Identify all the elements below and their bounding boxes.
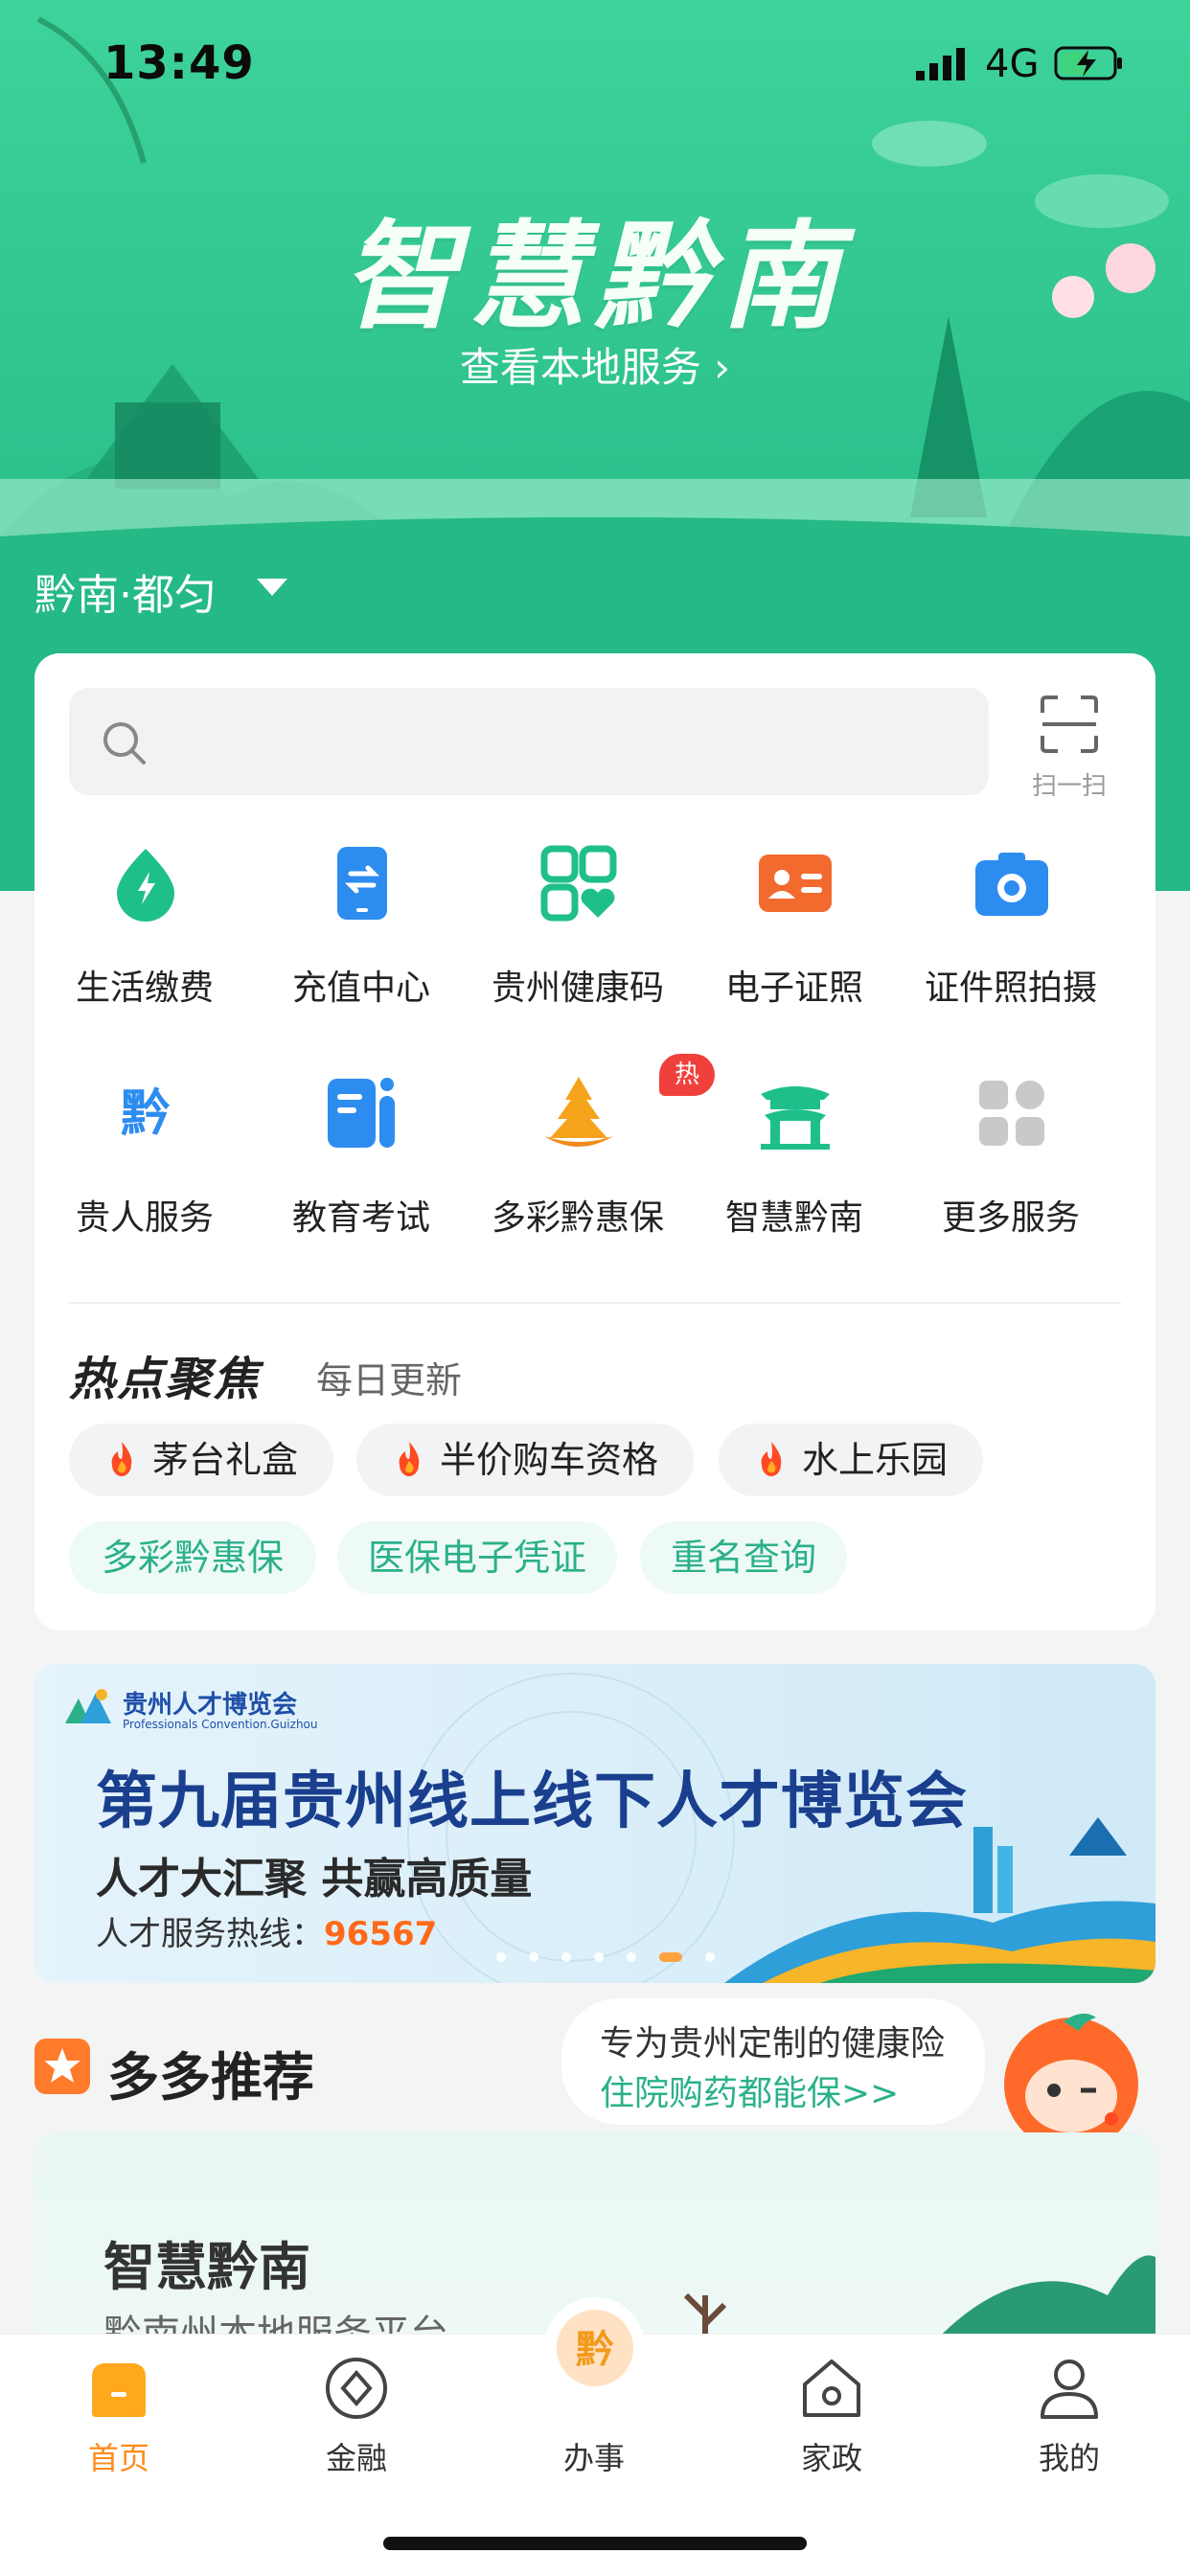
hot-focus-subtitle: 每日更新 bbox=[316, 1359, 463, 1402]
chevron-down-icon[interactable] bbox=[257, 579, 287, 596]
search-icon bbox=[103, 722, 146, 764]
bubble-line1: 专为贵州定制的健康险 bbox=[600, 2024, 946, 2063]
carousel-dot[interactable] bbox=[529, 1952, 538, 1962]
phone-recharge-icon bbox=[337, 847, 387, 920]
tag-name-duplicate-query[interactable]: 重名查询 bbox=[640, 1521, 847, 1594]
tab-home[interactable]: 首页 bbox=[0, 2335, 238, 2488]
banner-logo-subtext: Professionals Convention.Guizhou bbox=[123, 1718, 318, 1731]
service-recharge-center[interactable]: 充值中心 bbox=[251, 845, 471, 1037]
signal-icon bbox=[916, 48, 965, 80]
carousel-dot[interactable] bbox=[705, 1952, 715, 1962]
home-indicator bbox=[383, 2537, 807, 2550]
qiannan-gate-icon bbox=[761, 1086, 830, 1150]
drop-bolt-icon bbox=[117, 849, 174, 922]
diamond-coin-icon bbox=[326, 2358, 387, 2419]
service-zhihui-qiannan[interactable]: 智慧黔南 bbox=[684, 1075, 904, 1266]
tab-mine[interactable]: 我的 bbox=[950, 2335, 1190, 2488]
services-card: 扫一扫 生活缴费 充值中心 贵州健康码 电子证照 证件照拍摄 黔 贵人服务 教育… bbox=[34, 653, 1156, 1630]
bubble-line2-link[interactable]: 住院购药都能保>> bbox=[600, 2065, 899, 2115]
service-more[interactable]: 更多服务 bbox=[901, 1075, 1121, 1266]
guiren-logo-icon: 黔 bbox=[121, 1085, 171, 1143]
hot-tag-maotai[interactable]: 茅台礼盒 bbox=[69, 1424, 333, 1496]
battery-charging-icon bbox=[1054, 46, 1122, 80]
svg-text:黔: 黔 bbox=[121, 1085, 171, 1143]
tag-duocai-huibao[interactable]: 多彩黔惠保 bbox=[69, 1521, 316, 1594]
service-life-payment[interactable]: 生活缴费 bbox=[34, 845, 255, 1037]
affairs-logo-icon: 黔 bbox=[557, 2310, 633, 2386]
flame-icon bbox=[111, 1442, 132, 1476]
recommend-title: 多多推荐 bbox=[107, 2047, 314, 2108]
user-icon bbox=[1041, 2359, 1098, 2419]
status-time: 13:49 bbox=[103, 36, 255, 90]
service-guiren[interactable]: 黔 贵人服务 bbox=[34, 1075, 255, 1266]
svg-text:黔: 黔 bbox=[576, 2328, 614, 2372]
banner-subtitle: 人才大汇聚 共赢高质量 bbox=[96, 1855, 533, 1904]
carousel-dot[interactable] bbox=[561, 1952, 571, 1962]
scan-label: 扫一扫 bbox=[1031, 772, 1107, 801]
hot-focus-title: 热点聚焦 bbox=[69, 1353, 262, 1406]
hot-tag-half-price-car[interactable]: 半价购车资格 bbox=[356, 1424, 694, 1496]
service-education-exam[interactable]: 教育考试 bbox=[251, 1075, 471, 1266]
tag-medical-insurance-voucher[interactable]: 医保电子凭证 bbox=[337, 1521, 617, 1594]
tab-housekeeping[interactable]: 家政 bbox=[713, 2335, 950, 2488]
tab-affairs-raised[interactable]: 黔 bbox=[544, 2297, 646, 2399]
banner-title: 第九届贵州线上线下人才博览会 bbox=[96, 1767, 968, 1837]
carousel-dot[interactable] bbox=[496, 1952, 506, 1962]
view-local-services-link[interactable]: 查看本地服务 › bbox=[0, 335, 1190, 394]
house-icon bbox=[803, 2359, 860, 2417]
insurance-promo-bubble[interactable]: 专为贵州定制的健康险 住院购药都能保>> bbox=[561, 1998, 985, 2125]
service-id-photo[interactable]: 证件照拍摄 bbox=[901, 845, 1121, 1037]
carousel-dot-active[interactable] bbox=[659, 1952, 682, 1962]
tab-finance[interactable]: 金融 bbox=[238, 2335, 475, 2488]
hot-tag-water-park[interactable]: 水上乐园 bbox=[719, 1424, 983, 1496]
talent-fair-banner[interactable]: 贵州人才博览会 Professionals Convention.Guizhou… bbox=[34, 1664, 1156, 1983]
carousel-dot[interactable] bbox=[594, 1952, 604, 1962]
recommend-card-title: 智慧黔南 bbox=[103, 2237, 310, 2297]
flame-icon bbox=[399, 1442, 420, 1476]
carousel-dot[interactable] bbox=[627, 1952, 636, 1962]
service-duocai-huibao[interactable]: 多彩黔惠保 bbox=[468, 1075, 688, 1266]
health-code-icon bbox=[540, 845, 617, 922]
scan-button[interactable]: 扫一扫 bbox=[1021, 694, 1117, 801]
hero-title: 智慧黔南 bbox=[342, 209, 848, 345]
banner-logo-text: 贵州人才博览会 bbox=[123, 1691, 298, 1720]
carousel-dots bbox=[485, 1948, 726, 1962]
city-selector[interactable]: 黔南·都匀 bbox=[34, 560, 217, 622]
more-grid-icon bbox=[979, 1081, 1044, 1146]
hotline-number: 96567 bbox=[324, 1915, 438, 1953]
star-icon bbox=[34, 2039, 90, 2094]
education-icon bbox=[328, 1078, 395, 1148]
search-input[interactable] bbox=[69, 688, 989, 795]
network-type: 4G bbox=[985, 42, 1040, 86]
camera-icon bbox=[975, 853, 1048, 916]
service-health-code[interactable]: 贵州健康码 bbox=[468, 845, 688, 1037]
mascot-icon[interactable] bbox=[996, 2008, 1150, 2136]
scan-icon bbox=[1041, 695, 1098, 753]
service-e-license[interactable]: 电子证照 bbox=[684, 845, 904, 1037]
duocai-icon bbox=[544, 1077, 613, 1147]
id-card-icon bbox=[759, 855, 832, 912]
banner-hotline: 人才服务热线：96567 bbox=[96, 1915, 438, 1953]
flame-icon bbox=[761, 1442, 782, 1476]
talent-fair-logo-icon bbox=[65, 1689, 111, 1723]
divider bbox=[69, 1302, 1121, 1304]
home-icon bbox=[92, 2363, 146, 2417]
star-shape bbox=[44, 2048, 80, 2083]
